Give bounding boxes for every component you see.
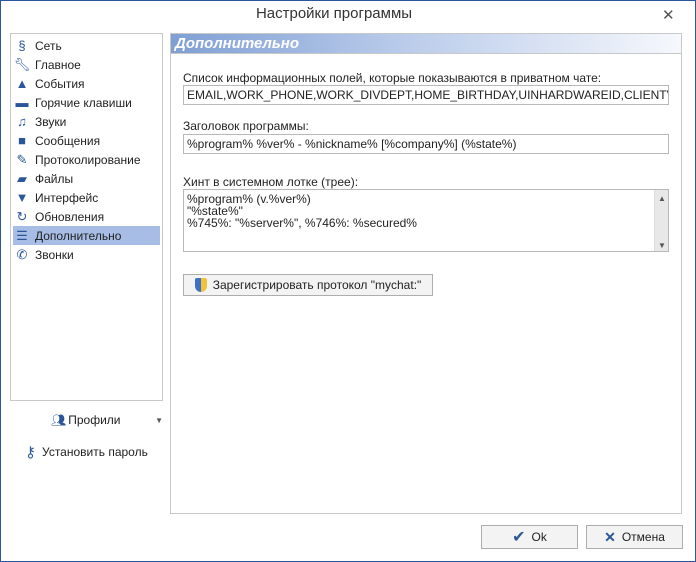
bell-icon: ▲ xyxy=(15,76,29,91)
sidebar-item-logging[interactable]: ✎ Протоколирование xyxy=(13,150,160,169)
sidebar-item-label: Звонки xyxy=(35,247,74,262)
sidebar-item-messages[interactable]: ■ Сообщения xyxy=(13,131,160,150)
register-protocol-label: Зарегистрировать протокол "mychat:" xyxy=(212,278,422,292)
sidebar-item-hotkeys[interactable]: ▬ Горячие клавиши xyxy=(13,93,160,112)
sidebar-item-interface[interactable]: ▼ Интерфейс xyxy=(13,188,160,207)
pencil-icon: ✎ xyxy=(16,151,28,167)
sidebar-item-advanced[interactable]: ☰ Дополнительно xyxy=(13,226,160,245)
sidebar-item-sounds[interactable]: ♫ Звуки xyxy=(13,112,160,131)
refresh-icon: ↻ xyxy=(16,208,28,224)
sidebar-item-label: События xyxy=(35,76,85,91)
program-title-label: Заголовок программы: xyxy=(183,119,309,133)
advanced-settings-panel: Дополнительно Список информационных поле… xyxy=(170,33,682,514)
profiles-label: Профили xyxy=(68,413,121,427)
scrollbar[interactable]: ▲ ▼ xyxy=(654,190,668,251)
tray-hint-textarea[interactable]: %program% (v.%ver%) "%state%" %745%: "%s… xyxy=(183,189,669,252)
sidebar-item-label: Горячие клавиши xyxy=(35,95,132,110)
sidebar-item-label: Протоколирование xyxy=(35,152,141,167)
fields-input[interactable]: EMAIL,WORK_PHONE,WORK_DIVDEPT,HOME_BIRTH… xyxy=(183,85,669,105)
sidebar-item-calls[interactable]: ✆ Звонки xyxy=(13,245,160,264)
sidebar-item-label: Интерфейс xyxy=(35,190,99,205)
tray-hint-label: Хинт в системном лотке (трее): xyxy=(183,175,359,189)
program-title-input[interactable]: %program% %ver% - %nickname% [%company%]… xyxy=(183,134,669,154)
profiles-dropdown[interactable]: 👥︎ Профили ▼ xyxy=(51,413,163,427)
sidebar-item-label: Сеть xyxy=(35,38,62,53)
shield-icon xyxy=(194,278,207,292)
key-icon: ⚷ xyxy=(25,444,36,461)
sidebar-item-events[interactable]: ▲ События xyxy=(13,74,160,93)
sidebar-item-label: Сообщения xyxy=(35,133,101,148)
sidebar-item-label: Файлы xyxy=(35,171,74,186)
shirt-icon: ▼ xyxy=(15,190,29,205)
close-icon[interactable]: ✕ xyxy=(662,6,675,24)
users-icon: 👥︎ xyxy=(51,413,67,427)
check-icon: ✔ xyxy=(512,529,526,546)
cancel-label: Отмена xyxy=(621,530,665,544)
scroll-down-icon[interactable]: ▼ xyxy=(658,240,666,252)
tray-hint-text: %program% (v.%ver%) "%state%" %745%: "%s… xyxy=(187,192,417,230)
network-icon: § xyxy=(18,38,26,53)
set-password-button[interactable]: ⚷ Установить пароль xyxy=(25,443,148,461)
scroll-up-icon[interactable]: ▲ xyxy=(658,193,666,205)
ok-label: Ok xyxy=(531,530,547,544)
phone-icon: ✆ xyxy=(16,246,28,262)
sidebar-item-general[interactable]: 🔧︎ Главное xyxy=(13,55,160,74)
sidebar-item-network[interactable]: § Сеть xyxy=(13,36,160,55)
settings-nav-list: § Сеть 🔧︎ Главное ▲ События ▬ Горячие клавиш… xyxy=(10,33,163,401)
set-password-label: Установить пароль xyxy=(42,445,148,459)
sidebar-item-label: Звуки xyxy=(35,114,67,129)
sidebar-item-label: Главное xyxy=(35,57,81,72)
cancel-button[interactable]: ✕ Отмена xyxy=(586,525,683,549)
window-title: Настройки программы xyxy=(255,5,413,22)
sidebar-item-label: Обновления xyxy=(35,209,105,224)
register-protocol-button[interactable]: Зарегистрировать протокол "mychat:" xyxy=(183,274,433,296)
settings-window: Настройки программы ✕ § Сеть 🔧︎ Главное ▲ С… xyxy=(0,0,696,562)
sidebar-item-updates[interactable]: ↻ Обновления xyxy=(13,207,160,226)
server-icon: ☰ xyxy=(16,227,28,243)
wrench-icon: 🔧︎ xyxy=(13,56,31,72)
chevron-down-icon: ▼ xyxy=(155,415,163,425)
keyboard-icon: ▬ xyxy=(15,95,29,110)
music-icon: ♫ xyxy=(17,114,27,129)
sidebar-item-label: Дополнительно xyxy=(35,228,122,243)
ok-button[interactable]: ✔ Ok xyxy=(481,525,578,549)
message-icon: ■ xyxy=(18,133,26,148)
close-icon: ✕ xyxy=(604,528,616,545)
folder-icon: ▰ xyxy=(17,170,27,186)
panel-header: Дополнительно xyxy=(171,34,681,54)
fields-label: Список информационных полей, которые пок… xyxy=(183,71,602,85)
sidebar-item-files[interactable]: ▰ Файлы xyxy=(13,169,160,188)
